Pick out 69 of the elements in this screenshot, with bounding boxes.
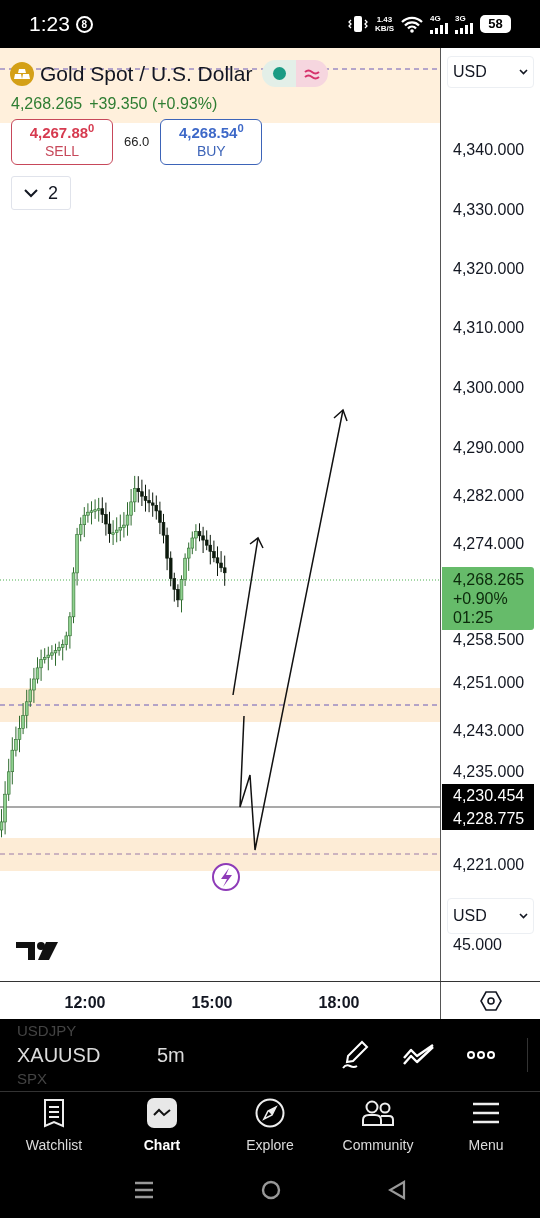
vibrate-icon <box>347 15 368 33</box>
nav-tab[interactable]: Explore <box>216 1092 324 1162</box>
time-axis-label: 12:00 <box>64 993 106 1013</box>
symbol-item[interactable]: XAUUSD <box>17 1038 157 1072</box>
nav-tab[interactable]: Menu <box>432 1092 540 1162</box>
network-type-label: 4G <box>430 14 441 23</box>
price-axis-label: 4,274.000 <box>453 535 525 553</box>
currency-select[interactable]: USD <box>447 898 534 934</box>
logo-icon <box>16 942 58 960</box>
crosshair-price-label: 4,228.775 <box>442 807 534 830</box>
spread-value: 66.0 <box>124 133 150 152</box>
back-icon[interactable] <box>388 1180 407 1200</box>
network-speed-unit: KB/S <box>374 24 394 33</box>
last-price-value: 4,268.265 <box>453 570 526 589</box>
bar-countdown: 01:25 <box>453 608 495 627</box>
sell-button[interactable]: 4,267.88$^{0}$ SELL <box>11 119 113 165</box>
multiline-icon[interactable] <box>402 1044 435 1066</box>
price-axis-label: 4,221.000 <box>453 856 525 874</box>
price-axis-label: 4,310.000 <box>453 319 525 337</box>
menu-icon <box>472 1102 500 1124</box>
price-axis-label: 4,330.000 <box>453 201 525 219</box>
symbol-title: Gold Spot / U.S. Dollar <box>40 61 253 87</box>
currency-select[interactable]: USD <box>447 56 534 88</box>
home-icon[interactable] <box>261 1180 281 1200</box>
price-axis-label: 4,340.000 <box>453 141 525 159</box>
price-axis-label: 4,282.000 <box>453 487 525 505</box>
last-price: 4,268.265 <box>11 94 83 114</box>
people-icon <box>361 1099 395 1127</box>
compass-icon <box>255 1098 285 1128</box>
nav-tab[interactable]: Chart <box>108 1092 216 1162</box>
settings-icon[interactable] <box>479 990 502 1011</box>
volume-axis-label: 45.000 <box>453 936 502 954</box>
lightning-icon <box>212 863 240 891</box>
chevron-icon <box>519 913 528 919</box>
network-type-label: 3G <box>455 14 466 23</box>
signal-icon <box>455 22 473 34</box>
ingot-icon <box>10 61 34 86</box>
chevron-icon <box>519 69 528 75</box>
chart-icon <box>147 1098 177 1128</box>
last-price-change: +0.90% <box>453 589 509 608</box>
nav-tab[interactable]: Watchlist <box>0 1092 108 1162</box>
bookmark-list-icon <box>43 1098 65 1128</box>
more-icon[interactable] <box>467 1050 495 1060</box>
clock: 1:23 <box>29 11 70 38</box>
price-axis-label: 4,300.000 <box>453 379 525 397</box>
price-axis-label: 4,243.000 <box>453 722 525 740</box>
status-pill[interactable] <box>262 60 329 88</box>
pencil-icon[interactable] <box>342 1040 370 1070</box>
price-axis-label: 4,320.000 <box>453 260 525 278</box>
time-axis-label: 15:00 <box>191 993 233 1013</box>
network-speed: 1.43 <box>376 15 393 24</box>
price-axis-label: 4,251.000 <box>453 674 525 692</box>
buy-button[interactable]: 4,268.54$^{0}$ BUY <box>160 119 263 165</box>
wifi-icon <box>401 15 423 33</box>
approx-icon <box>304 67 321 80</box>
time-axis-label: 18:00 <box>318 993 360 1013</box>
chevron-icon <box>24 188 38 198</box>
price-change: +39.350 (+0.93%) <box>89 94 218 114</box>
crosshair-price-label: 4,230.454 <box>442 784 534 807</box>
indicators-toggle[interactable]: 2 <box>11 176 71 210</box>
price-axis-label: 4,258.500 <box>453 631 525 649</box>
nav-tab[interactable]: Community <box>324 1092 432 1162</box>
price-axis-label: 4,235.000 <box>453 763 525 781</box>
notification-badge: 8 <box>75 15 93 33</box>
signal-icon <box>430 22 448 34</box>
recent-apps-icon[interactable] <box>133 1181 154 1199</box>
interval-button[interactable]: 5m <box>157 1040 185 1070</box>
battery-indicator: 58 <box>480 15 511 33</box>
price-axis-label: 4,290.000 <box>453 439 525 457</box>
